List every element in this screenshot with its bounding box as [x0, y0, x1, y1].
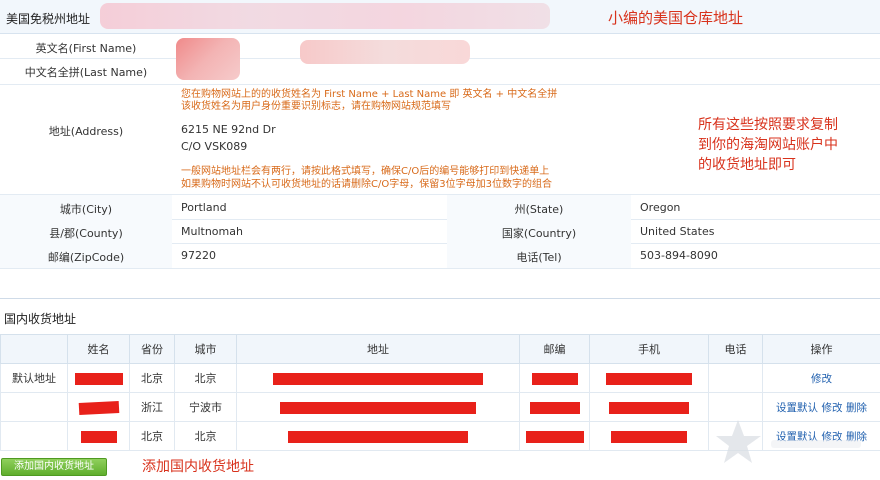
redaction-bar: [273, 372, 483, 385]
tel-value: 503-894-8090: [640, 249, 718, 262]
address-label: 地址(Address): [48, 125, 124, 138]
redacted-blur-name: [176, 38, 240, 80]
redacted-blur-title: [100, 3, 550, 29]
column-header: [0, 334, 68, 364]
row-tag: [0, 421, 68, 451]
zip-value: 97220: [181, 249, 216, 262]
redacted-name: [67, 421, 130, 451]
edit-link[interactable]: 修改: [811, 373, 832, 385]
row-tag: 默认地址: [0, 363, 68, 393]
copy-annotation-line-2: 到你的海淘网站账户中: [698, 137, 838, 153]
table-row: 默认地址 北京 北京 修改: [0, 363, 880, 393]
address-line-2: C/O VSK089: [181, 140, 248, 153]
redaction-bar: [525, 430, 584, 443]
row-city: 北京: [174, 363, 237, 393]
redacted-address: [236, 363, 520, 393]
row-tag: [0, 392, 68, 422]
last-name-label: 中文名全拼(Last Name): [24, 66, 148, 79]
row-city: 宁波市: [174, 392, 237, 422]
address-hint-2: 如果购物时网站不认可收货地址的话请删除C/O字母，保留3位字母加3位数字的组合: [181, 179, 552, 190]
column-header-name: 姓名: [67, 334, 130, 364]
add-domestic-address-button[interactable]: 添加国内收货地址: [1, 458, 107, 476]
copy-annotation-line-1: 所有这些按照要求复制: [698, 117, 838, 133]
column-header-phone: 电话: [708, 334, 763, 364]
country-label: 国家(Country): [501, 227, 577, 240]
address-hint-1: 一般网站地址栏会有两行，请按此格式填写，确保C/O后的编号能够打印到快递单上: [181, 166, 550, 177]
row-actions: 修改: [762, 363, 880, 393]
redacted-mobile: [589, 363, 709, 393]
row-province: 北京: [129, 421, 175, 451]
city-value: Portland: [181, 201, 227, 214]
column-header-city: 城市: [174, 334, 237, 364]
column-header-actions: 操作: [762, 334, 880, 364]
warehouse-annotation: 小编的美国仓库地址: [608, 9, 744, 27]
redacted-mobile: [589, 392, 709, 422]
edit-link[interactable]: 修改: [822, 402, 843, 414]
state-value: Oregon: [640, 201, 681, 214]
column-header-address: 地址: [236, 334, 520, 364]
redaction-bar: [611, 430, 687, 443]
county-value: Multnomah: [181, 225, 243, 238]
redaction-bar: [280, 401, 476, 414]
us-address-header: 美国免税州地址 小编的美国仓库地址: [0, 0, 880, 34]
redaction-bar: [78, 400, 119, 415]
column-header-province: 省份: [129, 334, 175, 364]
redaction-bar: [529, 401, 580, 414]
first-name-label: 英文名(First Name): [35, 42, 137, 55]
row-phone: [708, 363, 763, 393]
table-header-row: 姓名 省份 城市 地址 邮编 手机 电话 操作: [0, 334, 880, 364]
redacted-name: [67, 363, 130, 393]
city-label: 城市(City): [59, 203, 113, 216]
domestic-address-header: 国内收货地址: [0, 298, 880, 334]
redacted-blur-name-2: [300, 40, 470, 64]
row-province: 北京: [129, 363, 175, 393]
redacted-zip: [519, 363, 590, 393]
country-value: United States: [640, 225, 715, 238]
add-domestic-annotation: 添加国内收货地址: [142, 459, 254, 475]
redacted-name: [67, 392, 130, 422]
redaction-bar: [288, 430, 468, 443]
redacted-mobile: [589, 421, 709, 451]
row-province: 浙江: [129, 392, 175, 422]
redaction-bar: [80, 430, 117, 443]
row-divider: [0, 268, 880, 269]
set-default-link[interactable]: 设置默认: [776, 402, 818, 414]
tel-label: 电话(Tel): [516, 251, 562, 264]
county-label: 县/郡(County): [49, 227, 123, 240]
address-line-1: 6215 NE 92nd Dr: [181, 123, 276, 136]
redaction-bar: [609, 401, 689, 414]
state-label: 州(State): [514, 203, 564, 216]
star-watermark-icon: [716, 420, 861, 463]
redacted-address: [236, 421, 520, 451]
redacted-zip: [519, 392, 590, 422]
copy-annotation-line-3: 的收货地址即可: [698, 157, 796, 173]
zip-label: 邮编(ZipCode): [47, 251, 125, 264]
redacted-zip: [519, 421, 590, 451]
redaction-bar: [606, 372, 692, 385]
domestic-address-title: 国内收货地址: [4, 312, 77, 326]
delete-link[interactable]: 删除: [846, 402, 867, 414]
column-header-zip: 邮编: [519, 334, 590, 364]
row-divider: [0, 84, 880, 85]
row-city: 北京: [174, 421, 237, 451]
redaction-bar: [531, 372, 578, 385]
column-header-mobile: 手机: [589, 334, 709, 364]
redacted-address: [236, 392, 520, 422]
us-address-title: 美国免税州地址: [6, 12, 91, 26]
redaction-bar: [74, 372, 123, 385]
name-hint-2: 该收货姓名为用户身份重要识别标志，请在购物网站规范填写: [181, 101, 451, 112]
